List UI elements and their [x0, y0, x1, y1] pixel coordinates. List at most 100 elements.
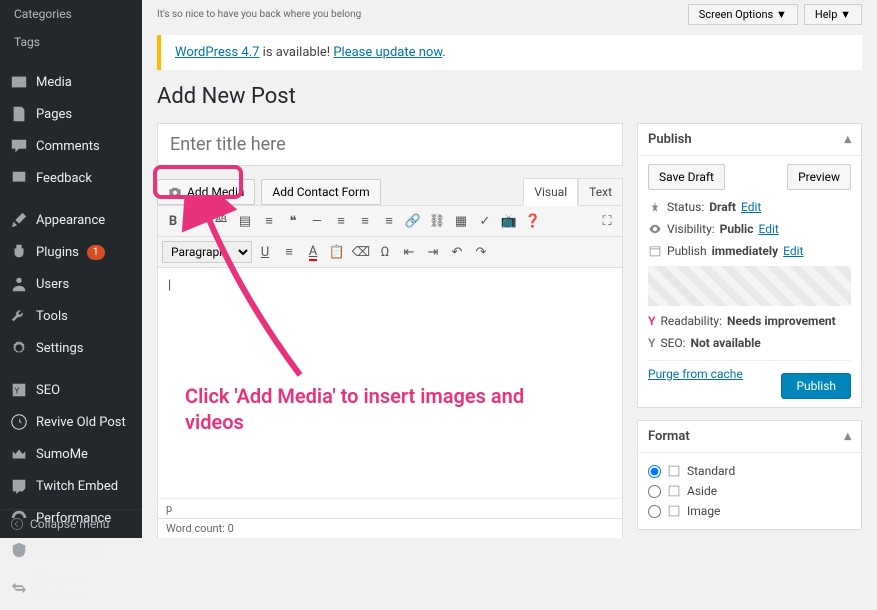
svg-text:Y: Y: [15, 386, 20, 396]
sidebar-item-feedback[interactable]: Feedback: [0, 162, 142, 194]
word-count: Word count: 0: [166, 522, 234, 535]
sidebar-item-media[interactable]: Media: [0, 66, 142, 98]
hr-icon[interactable]: —: [306, 210, 328, 232]
pin-icon: [648, 200, 662, 214]
eye-icon: [648, 222, 662, 236]
tab-text[interactable]: Text: [578, 178, 623, 206]
bold-icon[interactable]: B: [162, 210, 184, 232]
indent-icon[interactable]: ⇥: [422, 241, 444, 263]
underline-icon[interactable]: U: [254, 241, 276, 263]
unlink-icon[interactable]: ⛓: [426, 210, 448, 232]
tv-icon[interactable]: 📺: [498, 210, 520, 232]
preview-button[interactable]: Preview: [787, 164, 851, 190]
add-media-button[interactable]: Add Media: [157, 179, 255, 205]
yoast-seo-icon: Y: [648, 336, 655, 350]
publish-panel: Publish▴ Save Draft Preview Status: Draf…: [637, 123, 862, 408]
sidebar-item-appearance[interactable]: Appearance: [0, 204, 142, 236]
toolbar-row-2: Paragraph U ≡ A 📋 ⌫ Ω ⇤ ⇥ ↶ ↷: [158, 237, 622, 268]
calendar-icon: [648, 244, 662, 258]
outdent-icon[interactable]: ⇤: [398, 241, 420, 263]
plug-icon: [10, 243, 28, 261]
page-icon: [10, 105, 28, 123]
sidebar-item-settings[interactable]: Settings: [0, 332, 142, 364]
textcolor-icon[interactable]: A: [302, 241, 324, 263]
sidebar-item-comments[interactable]: Comments: [0, 130, 142, 162]
sidebar-item-categories[interactable]: Categories: [0, 0, 142, 28]
sidebar-item-tools[interactable]: Tools: [0, 300, 142, 332]
sidebar-item-plugins[interactable]: Plugins1: [0, 236, 142, 268]
save-draft-button[interactable]: Save Draft: [648, 164, 725, 190]
shield-icon: [10, 541, 28, 559]
update-now-link[interactable]: Please update now: [333, 45, 442, 60]
spell-icon[interactable]: ✓: [474, 210, 496, 232]
format-panel: Format▴ StandardAsideImage: [637, 420, 862, 530]
link-icon[interactable]: 🔗: [402, 210, 424, 232]
paste-icon[interactable]: 📋: [326, 241, 348, 263]
help-button[interactable]: Help ▼: [804, 4, 862, 25]
top-bar: It's so nice to have you back where you …: [157, 0, 862, 29]
post-title-input[interactable]: [157, 123, 623, 166]
user-icon: [10, 275, 28, 293]
sidebar-item-tags[interactable]: Tags: [0, 28, 142, 56]
edit-status-link[interactable]: Edit: [741, 200, 761, 214]
annotation-text: Click 'Add Media' to insert images and v…: [185, 383, 545, 435]
fullscreen-icon[interactable]: ⛶: [596, 210, 618, 232]
format-radio-image[interactable]: [648, 505, 661, 518]
align-center-icon[interactable]: ≡: [354, 210, 376, 232]
editor: B I ᴬᴮ ▤ ≡ ❝ — ≡ ≡ ≡ 🔗 ⛓ ▦ ✓ 📺 ❓ ⛶: [157, 205, 623, 538]
italic-icon[interactable]: I: [186, 210, 208, 232]
comment-icon: [10, 137, 28, 155]
editor-footer: p: [158, 498, 622, 518]
more-icon[interactable]: ▦: [450, 210, 472, 232]
pixelated-area: [648, 266, 851, 306]
screen-options-button[interactable]: Screen Options ▼: [688, 4, 798, 25]
sidebar-item-revive-old-post[interactable]: Revive Old Post: [0, 406, 142, 438]
feedback-icon: [10, 169, 28, 187]
wrench-icon: [10, 307, 28, 325]
page-title: Add New Post: [157, 84, 862, 109]
format-radio-standard[interactable]: [648, 465, 661, 478]
edit-publish-link[interactable]: Edit: [783, 244, 803, 258]
sidebar-item-users[interactable]: Users: [0, 268, 142, 300]
align-left-icon[interactable]: ≡: [330, 210, 352, 232]
seo-icon: Y: [10, 381, 28, 399]
sidebar-item-pages[interactable]: Pages: [0, 98, 142, 130]
update-notice: WordPress 4.7 is available! Please updat…: [157, 35, 862, 70]
align-right-icon[interactable]: ≡: [378, 210, 400, 232]
publish-button[interactable]: Publish: [781, 373, 851, 399]
ul-icon[interactable]: ▤: [234, 210, 256, 232]
format-aside-icon: [667, 484, 681, 498]
main-content: It's so nice to have you back where you …: [142, 0, 877, 538]
purge-cache-link[interactable]: Purge from cache: [648, 367, 743, 381]
quote-icon[interactable]: ❝: [282, 210, 304, 232]
element-path: p: [166, 502, 172, 515]
strike-icon[interactable]: ᴬᴮ: [210, 210, 232, 232]
justify-icon[interactable]: ≡: [278, 241, 300, 263]
admin-sidebar: CategoriesTags MediaPagesCommentsFeedback…: [0, 0, 142, 538]
omega-icon[interactable]: Ω: [374, 241, 396, 263]
sidebar-item-content-resharer[interactable]: Content Resharer: [0, 566, 142, 610]
collapse-icon: [10, 517, 24, 531]
collapse-menu[interactable]: Collapse menu: [0, 509, 142, 538]
add-contact-form-button[interactable]: Add Contact Form: [261, 179, 380, 205]
clear-icon[interactable]: ⌫: [350, 241, 372, 263]
sidebar-item-twitch-embed[interactable]: Twitch Embed: [0, 470, 142, 502]
reshare-icon: [10, 579, 28, 597]
redo-icon[interactable]: ↷: [470, 241, 492, 263]
format-panel-header[interactable]: Format▴: [638, 421, 861, 453]
welcome-text: It's so nice to have you back where you …: [157, 9, 361, 20]
ol-icon[interactable]: ≡: [258, 210, 280, 232]
sidebar-item-sumome[interactable]: SumoMe: [0, 438, 142, 470]
edit-visibility-link[interactable]: Edit: [758, 222, 778, 236]
sidebar-item-seo[interactable]: YSEO: [0, 374, 142, 406]
paragraph-select[interactable]: Paragraph: [162, 241, 252, 263]
tab-visual[interactable]: Visual: [523, 178, 578, 206]
undo-icon[interactable]: ↶: [446, 241, 468, 263]
help-icon[interactable]: ❓: [522, 210, 544, 232]
format-radio-aside[interactable]: [648, 485, 661, 498]
wp-version-link[interactable]: WordPress 4.7: [175, 45, 259, 60]
brush-icon: [10, 211, 28, 229]
sidebar-item-wordfence[interactable]: Wordfence: [0, 534, 142, 566]
publish-panel-header[interactable]: Publish▴: [638, 124, 861, 156]
twitch-icon: [10, 477, 28, 495]
